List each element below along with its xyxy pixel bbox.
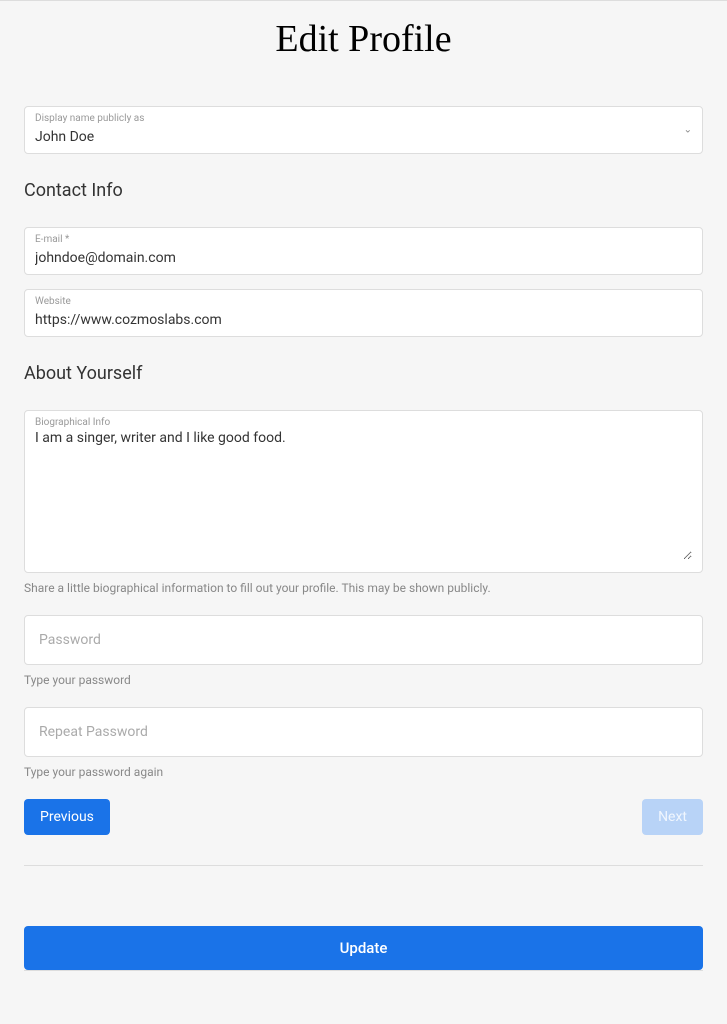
next-button: Next xyxy=(642,799,703,835)
email-label: E-mail * xyxy=(35,234,692,245)
previous-button[interactable]: Previous xyxy=(24,799,110,835)
website-field-wrap[interactable]: Website xyxy=(24,289,703,337)
repeat-password-helper: Type your password again xyxy=(24,765,703,779)
repeat-password-field[interactable] xyxy=(25,708,702,756)
password-field-wrap[interactable] xyxy=(24,615,703,665)
display-name-field[interactable]: Display name publicly as ⌄ xyxy=(24,106,703,154)
repeat-password-field-wrap[interactable] xyxy=(24,707,703,757)
bio-textarea[interactable] xyxy=(35,430,692,560)
submit-wrap: Update xyxy=(24,926,703,970)
bio-label: Biographical Info xyxy=(35,417,692,428)
display-name-label: Display name publicly as xyxy=(35,113,692,124)
bio-field-wrap[interactable]: Biographical Info xyxy=(24,410,703,573)
contact-info-heading: Contact Info xyxy=(24,180,703,201)
update-button[interactable]: Update xyxy=(24,926,703,970)
display-name-select[interactable] xyxy=(35,129,692,145)
nav-row: Previous Next xyxy=(24,799,703,835)
divider xyxy=(24,970,703,971)
divider xyxy=(24,865,703,866)
password-field[interactable] xyxy=(25,616,702,664)
about-yourself-heading: About Yourself xyxy=(24,363,703,384)
bio-helper: Share a little biographical information … xyxy=(24,581,703,595)
password-helper: Type your password xyxy=(24,673,703,687)
email-field-wrap[interactable]: E-mail * xyxy=(24,227,703,275)
website-label: Website xyxy=(35,296,692,307)
website-field[interactable] xyxy=(35,312,692,328)
page-title: Edit Profile xyxy=(24,17,703,61)
email-field[interactable] xyxy=(35,250,692,266)
